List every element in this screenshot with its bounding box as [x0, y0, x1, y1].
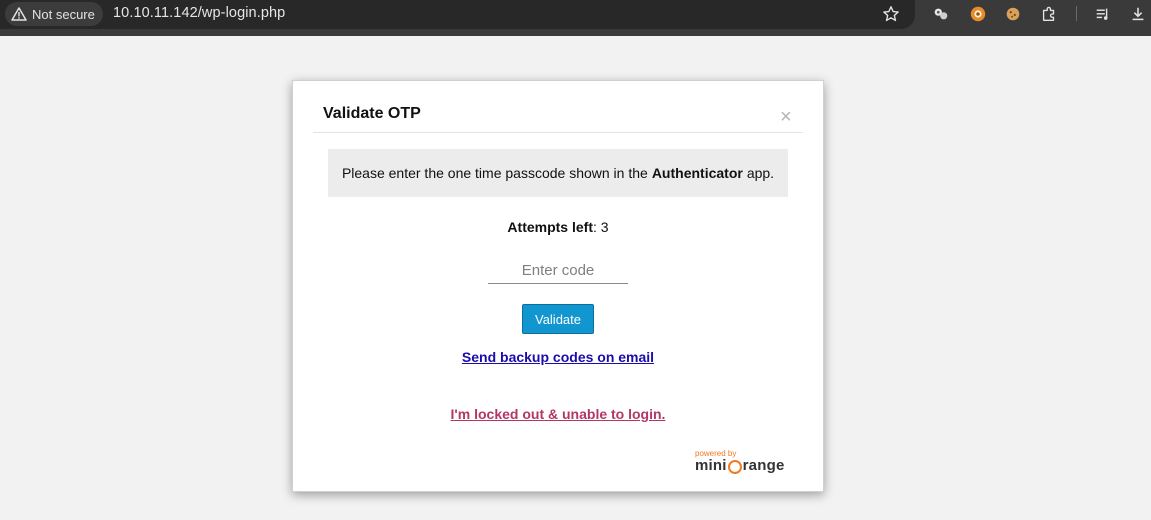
attempts-separator: : — [592, 219, 601, 235]
address-bar[interactable]: Not secure 10.10.11.142/wp-login.php — [0, 0, 915, 29]
extension-icon-1[interactable] — [931, 4, 951, 24]
download-icon[interactable] — [1128, 4, 1148, 24]
locked-out-link[interactable]: I'm locked out & unable to login. — [293, 406, 823, 422]
bookmark-star-icon[interactable] — [881, 4, 901, 24]
close-icon[interactable]: × — [780, 107, 792, 127]
notice-app-name: Authenticator — [651, 165, 743, 181]
toolbar-separator — [1076, 6, 1077, 21]
miniorange-logo: mini range — [695, 457, 785, 474]
cookie-icon[interactable] — [1003, 4, 1023, 24]
attempts-value: 3 — [600, 219, 609, 235]
validate-button[interactable]: Validate — [522, 304, 594, 334]
url-text[interactable]: 10.10.11.142/wp-login.php — [113, 5, 285, 21]
warning-icon — [11, 6, 27, 22]
puzzle-icon[interactable] — [1039, 4, 1059, 24]
modal-title: Validate OTP — [323, 105, 421, 122]
security-label: Not secure — [32, 6, 95, 22]
notice-suffix: app. — [746, 165, 775, 181]
send-backup-codes-link[interactable]: Send backup codes on email — [293, 349, 823, 365]
modal-divider — [313, 132, 803, 133]
browser-toolbar: Not secure 10.10.11.142/wp-login.php — [0, 0, 1151, 36]
otp-code-input[interactable] — [488, 257, 628, 284]
otp-modal: Validate OTP × Please enter the one time… — [292, 80, 824, 492]
extension-icon-2[interactable] — [968, 4, 988, 24]
logo-prefix: mini — [695, 457, 727, 474]
attempts-left: Attempts left: 3 — [293, 219, 823, 235]
logo-o-icon — [727, 459, 742, 474]
media-icon[interactable] — [1093, 4, 1113, 24]
notice-prefix: Please enter the one time passcode shown… — [341, 165, 648, 181]
security-chip[interactable]: Not secure — [5, 2, 103, 26]
attempts-label: Attempts left — [507, 219, 593, 235]
logo-suffix: range — [742, 457, 785, 474]
otp-instruction: Please enter the one time passcode shown… — [328, 149, 788, 197]
